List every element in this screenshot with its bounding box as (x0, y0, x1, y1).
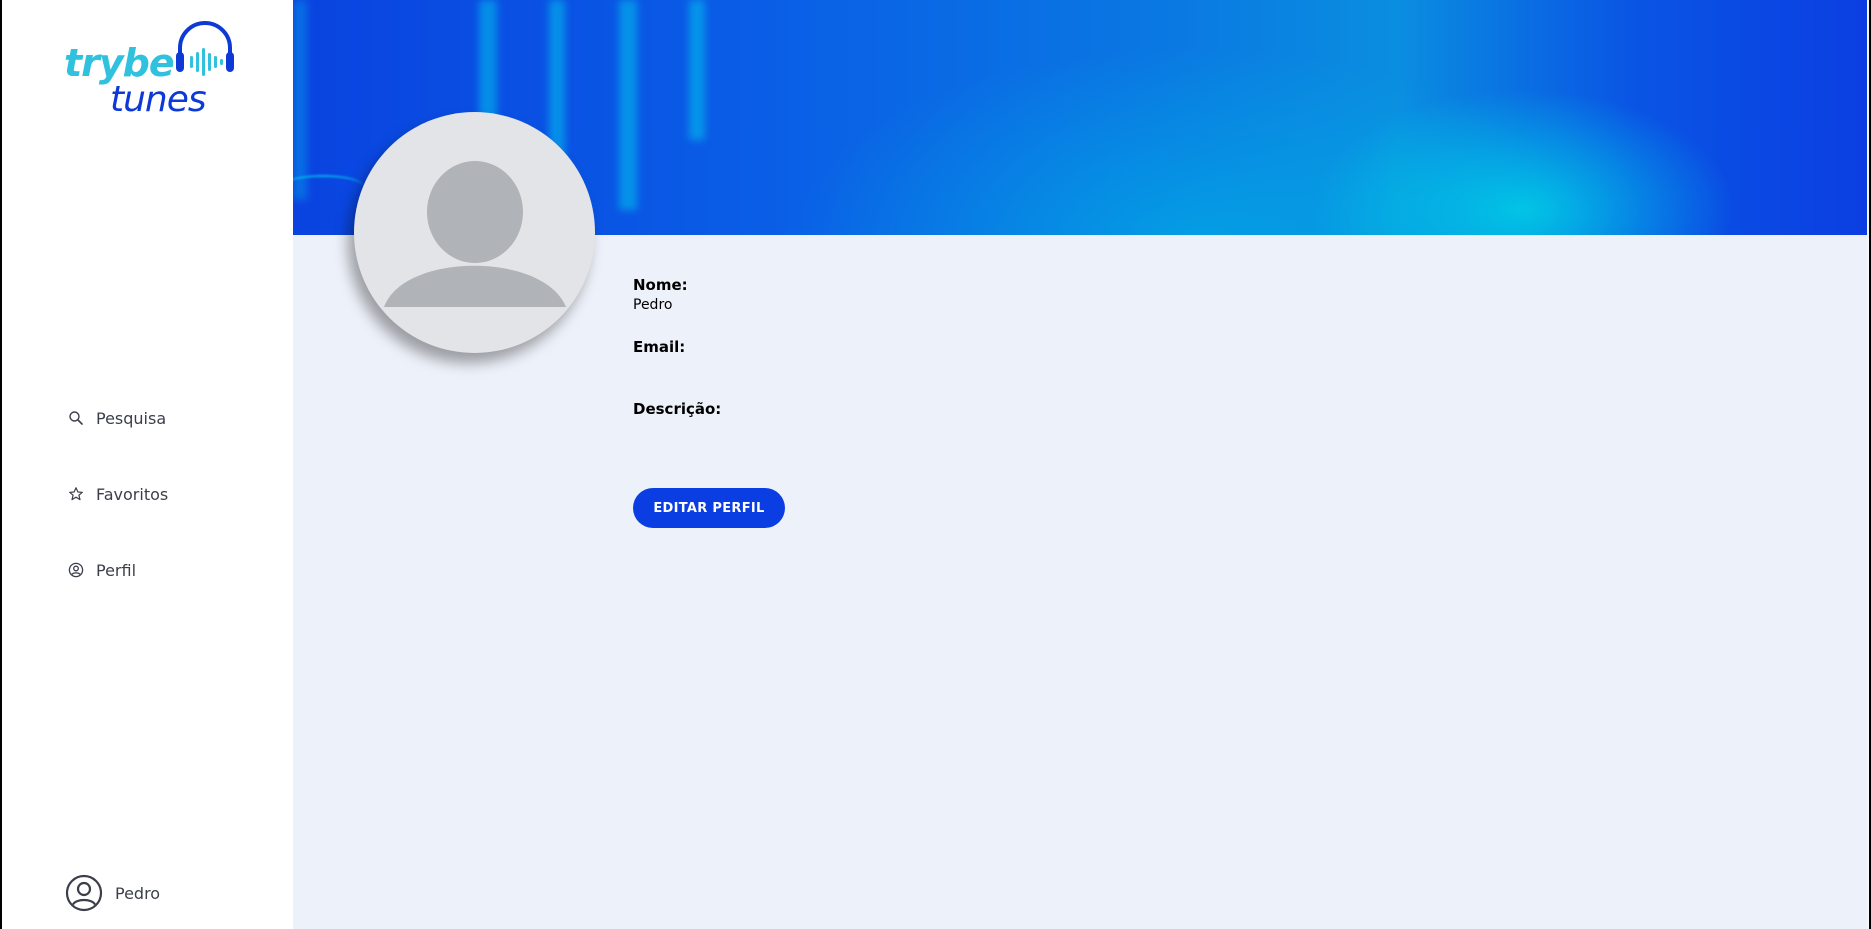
sidebar-item-favoritos[interactable]: Favoritos (68, 479, 168, 509)
sidebar-nav: Pesquisa Favoritos Perfil (68, 403, 168, 631)
window-edge (1867, 0, 1869, 929)
profile-info: Nome: Pedro Email: Descrição: (633, 275, 721, 461)
headphones-icon (176, 21, 234, 76)
sidebar-item-pesquisa[interactable]: Pesquisa (68, 403, 168, 433)
sidebar: trybe tunes Pesquisa Favoritos Perfil Pe… (2, 0, 293, 929)
trybetunes-logo[interactable]: trybe tunes (62, 18, 242, 123)
user-circle-icon (68, 562, 84, 578)
name-label: Nome: (633, 276, 688, 294)
sidebar-item-label: Favoritos (96, 484, 169, 504)
description-field: Descrição: (633, 399, 721, 439)
app-window: trybe tunes Pesquisa Favoritos Perfil Pe… (2, 0, 1869, 929)
email-value (633, 357, 721, 377)
sidebar-item-perfil[interactable]: Perfil (68, 555, 168, 585)
search-icon (68, 410, 84, 426)
logo-text-trybe: trybe (64, 41, 175, 85)
user-name: Pedro (115, 883, 161, 903)
default-avatar-icon (384, 161, 566, 307)
email-label: Email: (633, 338, 686, 356)
logo-text-tunes: tunes (110, 79, 207, 120)
sidebar-item-label: Perfil (96, 560, 137, 580)
description-value (633, 419, 721, 439)
email-field: Email: (633, 337, 721, 377)
name-value: Pedro (633, 297, 673, 313)
edit-profile-button[interactable]: EDITAR PERFIL (633, 488, 785, 528)
sidebar-item-label: Pesquisa (96, 408, 167, 428)
name-field: Nome: Pedro (633, 275, 721, 315)
profile-avatar (354, 112, 595, 353)
user-circle-icon (65, 874, 103, 912)
description-label: Descrição: (633, 400, 722, 418)
star-icon (68, 486, 84, 502)
current-user[interactable]: Pedro (65, 874, 160, 912)
